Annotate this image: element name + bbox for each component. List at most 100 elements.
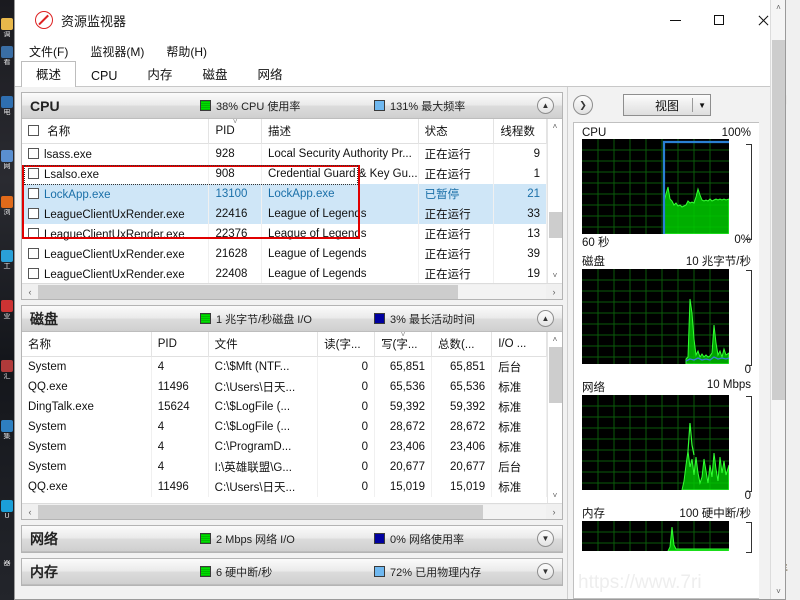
- scroll-left-icon[interactable]: ‹: [22, 287, 38, 297]
- disk-col-name[interactable]: 名称: [22, 332, 152, 357]
- cpu-col-desc[interactable]: 描述: [261, 119, 419, 144]
- graph-scroll-thumb[interactable]: [772, 40, 785, 400]
- table-row[interactable]: LeagueClientUxRender.exe 22376 League of…: [22, 224, 547, 244]
- table-row[interactable]: System 4 C:\$LogFile (... 0 28,672 28,67…: [22, 417, 547, 437]
- disk-hscroll-track[interactable]: [38, 504, 546, 519]
- scroll-right-icon[interactable]: ›: [546, 507, 562, 517]
- cpu-cell-pid: 22408: [208, 264, 262, 283]
- desktop-icon[interactable]: [1, 18, 13, 30]
- table-row[interactable]: QQ.exe 11496 C:\Users\日天... 0 65,536 65,…: [22, 377, 547, 397]
- desktop-icon[interactable]: [1, 150, 13, 162]
- disk-col-pid[interactable]: PID: [151, 332, 209, 357]
- cpu-horizontal-scrollbar[interactable]: ‹ ›: [22, 283, 562, 299]
- maximize-button[interactable]: [697, 0, 741, 40]
- disk-scroll-thumb[interactable]: [548, 347, 562, 403]
- table-row[interactable]: LockApp.exe 13100 LockApp.exe 已暂停 21: [22, 184, 547, 204]
- minimize-button[interactable]: [653, 0, 697, 40]
- desktop-icon[interactable]: [1, 420, 13, 432]
- tab-network[interactable]: 网络: [242, 61, 297, 87]
- cpu-hscroll-track[interactable]: [38, 284, 546, 299]
- disk-vertical-scrollbar[interactable]: ˄ ˅: [547, 332, 562, 503]
- row-checkbox[interactable]: [28, 267, 39, 279]
- cpu-vertical-scrollbar[interactable]: ˄ ˅: [547, 119, 562, 283]
- table-row[interactable]: System 4 C:\ProgramD... 0 23,406 23,406 …: [22, 437, 547, 457]
- desktop-icon[interactable]: [1, 360, 13, 372]
- disk-col-total[interactable]: 总数(...: [431, 332, 493, 357]
- cpu-scroll-track[interactable]: [547, 134, 562, 268]
- row-checkbox[interactable]: [28, 147, 39, 159]
- table-row[interactable]: LeagueClientUxRender.exe 22416 League of…: [22, 204, 547, 224]
- cpu-cell-status: 已暂停: [418, 184, 495, 204]
- table-row[interactable]: System 4 I:\英雄联盟\G... 0 20,677 20,677 后台: [22, 457, 547, 477]
- disk-graph: [582, 269, 729, 364]
- cpu-collapse-toggle[interactable]: ▲: [537, 97, 554, 114]
- chevron-down-icon: ▼: [698, 100, 706, 110]
- graph-pane-scrollbar[interactable]: ˄ ˅: [770, 0, 786, 599]
- cpu-col-pid[interactable]: ˅ PID: [208, 119, 262, 144]
- table-row[interactable]: DingTalk.exe 15624 C:\$LogFile (... 0 59…: [22, 397, 547, 417]
- row-checkbox[interactable]: [28, 207, 39, 219]
- table-row[interactable]: QQ.exe 11496 C:\Users\日天... 0 15,019 15,…: [22, 477, 547, 497]
- disk-cell-pid: 11496: [151, 377, 209, 397]
- desktop-icon[interactable]: [1, 250, 13, 262]
- disk-col-io[interactable]: I/O ...: [491, 332, 547, 357]
- disk-hscroll-thumb[interactable]: [38, 504, 483, 519]
- menu-item-file[interactable]: 文件(F): [29, 43, 68, 60]
- table-row[interactable]: System 4 C:\$Mft (NTF... 0 65,851 65,851…: [22, 356, 547, 377]
- row-checkbox[interactable]: [28, 187, 39, 199]
- desktop-icon[interactable]: [1, 96, 13, 108]
- network-panel-header[interactable]: 网络 2 Mbps 网络 I/O 0% 网络使用率 ▼: [22, 526, 562, 552]
- cpu-graph-block: CPU 100% 60 秒 0%: [582, 127, 752, 250]
- desktop-icon[interactable]: [1, 46, 13, 58]
- disk-panel-header[interactable]: 磁盘 1 兆字节/秒磁盘 I/O 3% 最长活动时间 ▲: [22, 306, 562, 332]
- desktop-icon[interactable]: [1, 500, 13, 512]
- row-checkbox[interactable]: [28, 247, 39, 259]
- menu-item-help[interactable]: 帮助(H): [166, 43, 207, 60]
- scroll-up-icon[interactable]: ˄: [548, 119, 563, 134]
- cpu-hscroll-thumb[interactable]: [38, 284, 458, 299]
- table-row[interactable]: Lsalso.exe 908 Credential Guard & Key Gu…: [22, 164, 547, 184]
- cpu-col-threads[interactable]: 线程数: [493, 119, 547, 144]
- scroll-left-icon[interactable]: ‹: [22, 507, 38, 517]
- desktop-icon[interactable]: [1, 300, 13, 312]
- scroll-up-icon[interactable]: ˄: [548, 332, 563, 347]
- disk-col-read[interactable]: 读(字...: [317, 332, 376, 357]
- network-expand-toggle[interactable]: ▼: [537, 530, 554, 547]
- cpu-scroll-thumb[interactable]: [548, 212, 562, 238]
- disk-col-file[interactable]: 文件: [208, 332, 319, 357]
- desktop-icon-label: 调: [3, 31, 11, 38]
- menu-item-monitor[interactable]: 监视器(M): [90, 43, 144, 60]
- desktop-icon[interactable]: [1, 196, 13, 208]
- table-row[interactable]: lsass.exe 928 Local Security Authority P…: [22, 143, 547, 164]
- disk-scroll-track[interactable]: [547, 347, 562, 488]
- disk-cell-pid: 4: [151, 437, 209, 457]
- view-dropdown[interactable]: 视图 ▼: [623, 94, 711, 116]
- cpu-cell-status: 正在运行: [418, 224, 495, 244]
- table-row[interactable]: LeagueClientUxRender.exe 22408 League of…: [22, 264, 547, 283]
- title-bar[interactable]: 资源监视器: [15, 0, 785, 40]
- tab-memory[interactable]: 内存: [132, 61, 187, 87]
- disk-col-write[interactable]: ˅ 写(字...: [374, 332, 432, 357]
- cpu-col-name[interactable]: 名称: [22, 119, 210, 144]
- row-checkbox[interactable]: [28, 227, 39, 239]
- expand-pane-button[interactable]: ❯: [573, 95, 593, 115]
- tab-disk[interactable]: 磁盘: [187, 61, 242, 87]
- scroll-down-icon[interactable]: ˅: [548, 488, 563, 503]
- select-all-checkbox[interactable]: [28, 125, 39, 136]
- row-checkbox[interactable]: [28, 167, 39, 179]
- cpu-graph-timespan: 60 秒: [582, 237, 610, 249]
- memory-panel-header[interactable]: 内存 6 硬中断/秒 72% 已用物理内存 ▼: [22, 559, 562, 585]
- tab-overview[interactable]: 概述: [21, 61, 77, 87]
- scroll-right-icon[interactable]: ›: [546, 287, 562, 297]
- memory-expand-toggle[interactable]: ▼: [537, 563, 554, 580]
- tab-cpu[interactable]: CPU: [76, 66, 132, 87]
- cpu-col-status[interactable]: 状态: [418, 119, 495, 144]
- cpu-panel-header[interactable]: CPU 38% CPU 使用率 131% 最大频率 ▲: [22, 93, 562, 119]
- memory-used-stat: 72% 已用物理内存: [374, 564, 481, 580]
- close-icon: [757, 14, 770, 27]
- table-row[interactable]: LeagueClientUxRender.exe 21628 League of…: [22, 244, 547, 264]
- disk-collapse-toggle[interactable]: ▲: [537, 310, 554, 327]
- scroll-down-icon[interactable]: ˅: [548, 268, 563, 283]
- disk-horizontal-scrollbar[interactable]: ‹ ›: [22, 503, 562, 519]
- scroll-down-icon[interactable]: ˅: [771, 584, 786, 599]
